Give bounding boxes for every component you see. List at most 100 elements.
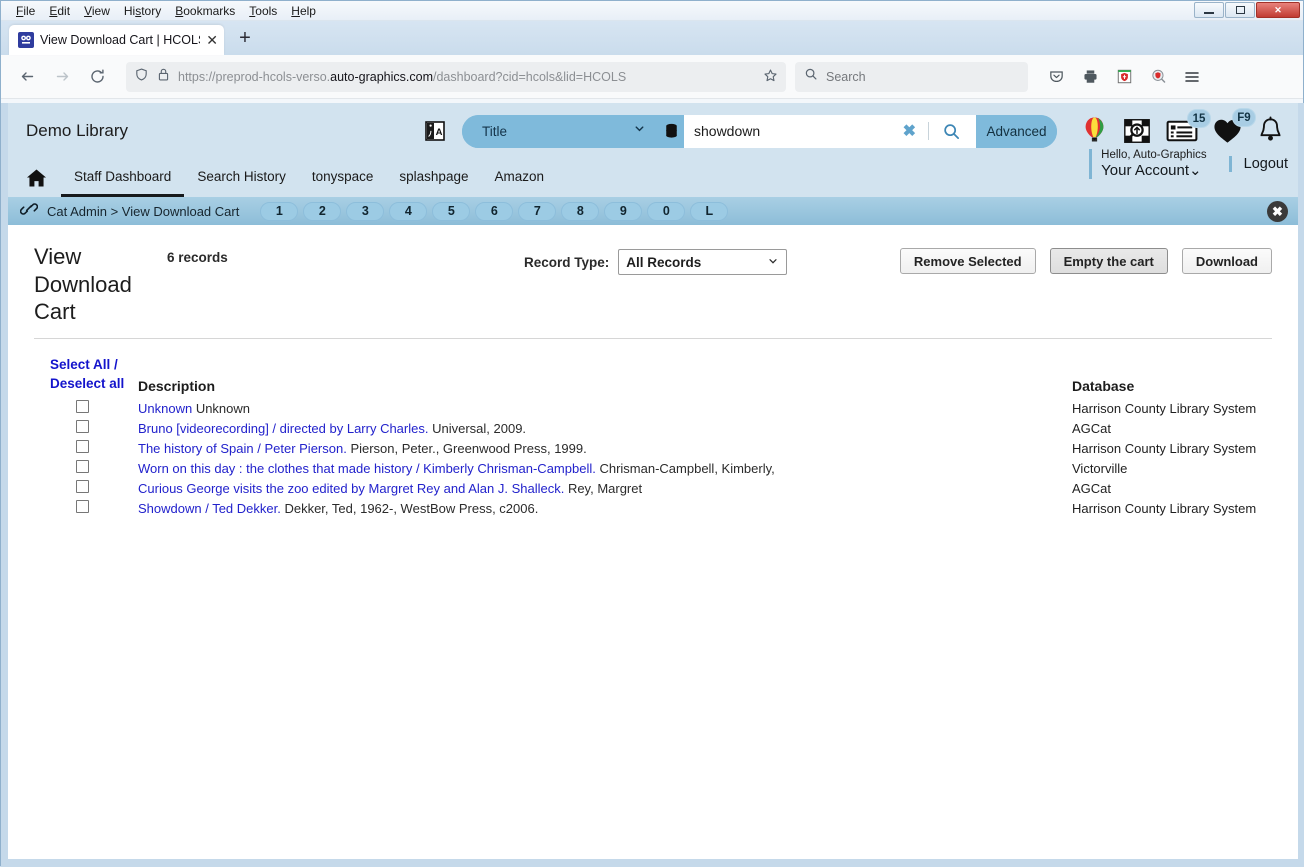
record-title-link[interactable]: Unknown bbox=[138, 401, 192, 416]
lock-icon[interactable] bbox=[157, 67, 170, 87]
breadcrumb-pill[interactable]: 8 bbox=[561, 201, 600, 221]
nav-link-tonyspace[interactable]: tonyspace bbox=[299, 159, 387, 197]
nav-link-splashpage[interactable]: splashpage bbox=[386, 159, 481, 197]
close-breadcrumb-button[interactable]: ✖ bbox=[1267, 201, 1288, 222]
account-greeting: Hello, Auto-Graphics bbox=[1101, 148, 1207, 161]
menu-view[interactable]: View bbox=[77, 3, 117, 19]
browser-tab[interactable]: View Download Cart | HCOLS | H ✕ bbox=[9, 25, 224, 55]
pocket-icon[interactable] bbox=[1041, 62, 1071, 92]
record-title-link[interactable]: Worn on this day : the clothes that made… bbox=[138, 461, 596, 476]
select-all-toggle[interactable]: Select All / Deselect all bbox=[34, 355, 138, 394]
row-checkbox[interactable] bbox=[75, 479, 89, 493]
tab-close-icon[interactable]: ✕ bbox=[206, 33, 218, 47]
row-checkbox-cell bbox=[34, 479, 138, 493]
column-header-description: Description bbox=[138, 377, 216, 394]
row-description: Curious George visits the zoo edited by … bbox=[138, 481, 1072, 496]
browser-toolbar: https://preprod-hcols-verso.auto-graphic… bbox=[1, 55, 1303, 99]
row-description: Worn on this day : the clothes that made… bbox=[138, 461, 1072, 476]
reload-button[interactable] bbox=[81, 62, 113, 92]
row-checkbox-cell bbox=[34, 439, 138, 453]
record-detail: Unknown bbox=[192, 400, 251, 416]
back-button[interactable] bbox=[11, 62, 43, 92]
row-database: AGCat bbox=[1072, 420, 1112, 436]
translate-icon[interactable]: A bbox=[422, 118, 448, 144]
record-type-label: Record Type: bbox=[524, 254, 610, 270]
url-text: https://preprod-hcols-verso.auto-graphic… bbox=[178, 69, 627, 84]
record-count: 6 records bbox=[167, 250, 228, 265]
shield-icon[interactable] bbox=[134, 67, 149, 87]
star-icon[interactable] bbox=[763, 68, 778, 86]
empty-the-cart-button[interactable]: Empty the cart bbox=[1049, 248, 1168, 274]
row-checkbox-cell bbox=[34, 499, 138, 513]
home-icon[interactable] bbox=[26, 159, 61, 197]
search-query-field[interactable]: showdown ✖ bbox=[684, 114, 976, 148]
menu-bookmarks[interactable]: Bookmarks bbox=[168, 3, 242, 19]
account-block[interactable]: Hello, Auto-Graphics Your Account⌄ bbox=[1089, 148, 1228, 180]
breadcrumb-pill[interactable]: L bbox=[690, 201, 729, 221]
search-submit-icon[interactable] bbox=[935, 122, 968, 141]
breadcrumb-pill[interactable]: 1 bbox=[260, 201, 299, 221]
account-zone: Hello, Auto-Graphics Your Account⌄ Logou… bbox=[1089, 142, 1288, 186]
record-title-link[interactable]: Curious George visits the zoo edited by … bbox=[138, 481, 564, 496]
record-detail: Dekker, Ted, 1962-, WestBow Press, c2006… bbox=[280, 500, 539, 516]
select-all-line1: Select All / bbox=[50, 356, 118, 372]
row-checkbox[interactable] bbox=[75, 459, 89, 473]
remove-selected-button[interactable]: Remove Selected bbox=[899, 248, 1036, 274]
clear-search-icon[interactable]: ✖ bbox=[897, 121, 922, 141]
breadcrumb-pill[interactable]: 9 bbox=[604, 201, 643, 221]
restore-button[interactable] bbox=[1225, 2, 1255, 18]
row-checkbox[interactable] bbox=[75, 399, 89, 413]
nav-link-search-history[interactable]: Search History bbox=[184, 159, 299, 197]
url-bar[interactable]: https://preprod-hcols-verso.auto-graphic… bbox=[126, 61, 786, 92]
record-type-select[interactable]: All Records bbox=[618, 249, 788, 275]
app-nav-bar: Staff Dashboard Search History tonyspace… bbox=[8, 148, 1298, 197]
search-input[interactable]: Search bbox=[795, 61, 1028, 92]
record-title-link[interactable]: Bruno [videorecording] / directed by Lar… bbox=[138, 421, 428, 436]
search-scope-select[interactable]: Title bbox=[462, 114, 658, 148]
menu-edit[interactable]: Edit bbox=[42, 3, 77, 19]
forward-button[interactable] bbox=[46, 62, 78, 92]
menu-tools[interactable]: Tools bbox=[242, 3, 284, 19]
breadcrumb-pill[interactable]: 4 bbox=[389, 201, 428, 221]
menu-history[interactable]: History bbox=[117, 3, 168, 19]
row-description: Showdown / Ted Dekker. Dekker, Ted, 1962… bbox=[138, 501, 1072, 516]
hamburger-menu-icon[interactable] bbox=[1177, 62, 1207, 92]
account-menu-button[interactable]: Your Account⌄ bbox=[1101, 162, 1206, 179]
content-header: View Download Cart 6 records Record Type… bbox=[34, 243, 1272, 326]
breadcrumb-pill[interactable]: 0 bbox=[647, 201, 686, 221]
row-database: Harrison County Library System bbox=[1072, 440, 1257, 456]
minimize-button[interactable] bbox=[1194, 2, 1224, 18]
search-icon bbox=[804, 67, 818, 86]
favorites-heart-icon[interactable]: F9 bbox=[1212, 108, 1256, 145]
select-all-line2: Deselect all bbox=[50, 376, 125, 392]
breadcrumb-pill[interactable]: 7 bbox=[518, 201, 557, 221]
saved-list-icon[interactable]: 15 bbox=[1166, 109, 1211, 144]
row-checkbox[interactable] bbox=[75, 439, 89, 453]
breadcrumb-pill[interactable]: 2 bbox=[303, 201, 342, 221]
breadcrumb-pill[interactable]: 5 bbox=[432, 201, 471, 221]
logout-link[interactable]: Logout bbox=[1228, 156, 1288, 172]
menu-help[interactable]: Help bbox=[284, 3, 323, 19]
saved-list-badge: 15 bbox=[1187, 109, 1211, 128]
menu-file[interactable]: FFileile bbox=[9, 3, 42, 19]
download-button[interactable]: Download bbox=[1181, 248, 1272, 274]
row-database: Harrison County Library System bbox=[1072, 400, 1257, 416]
extension-search-shield-icon[interactable] bbox=[1143, 62, 1173, 92]
nav-link-staff-dashboard[interactable]: Staff Dashboard bbox=[61, 159, 185, 197]
record-title-link[interactable]: The history of Spain / Peter Pierson. bbox=[138, 441, 347, 456]
search-scope-value: Title bbox=[482, 123, 508, 139]
row-checkbox[interactable] bbox=[75, 419, 89, 433]
extension-shield-icon[interactable] bbox=[1109, 62, 1139, 92]
record-title-link[interactable]: Showdown / Ted Dekker. bbox=[138, 501, 281, 516]
close-window-button[interactable]: ✕ bbox=[1256, 2, 1300, 18]
row-checkbox[interactable] bbox=[75, 499, 89, 513]
database-icon[interactable] bbox=[658, 114, 684, 148]
breadcrumb-pill[interactable]: 3 bbox=[346, 201, 385, 221]
column-header-database: Database bbox=[1072, 377, 1135, 394]
new-tab-button[interactable]: + bbox=[230, 23, 260, 53]
nav-label: tonyspace bbox=[311, 169, 374, 184]
breadcrumb-pill[interactable]: 6 bbox=[475, 201, 514, 221]
print-icon[interactable] bbox=[1075, 62, 1105, 92]
nav-link-amazon[interactable]: Amazon bbox=[481, 159, 557, 197]
advanced-search-button[interactable]: Advanced bbox=[976, 114, 1057, 148]
